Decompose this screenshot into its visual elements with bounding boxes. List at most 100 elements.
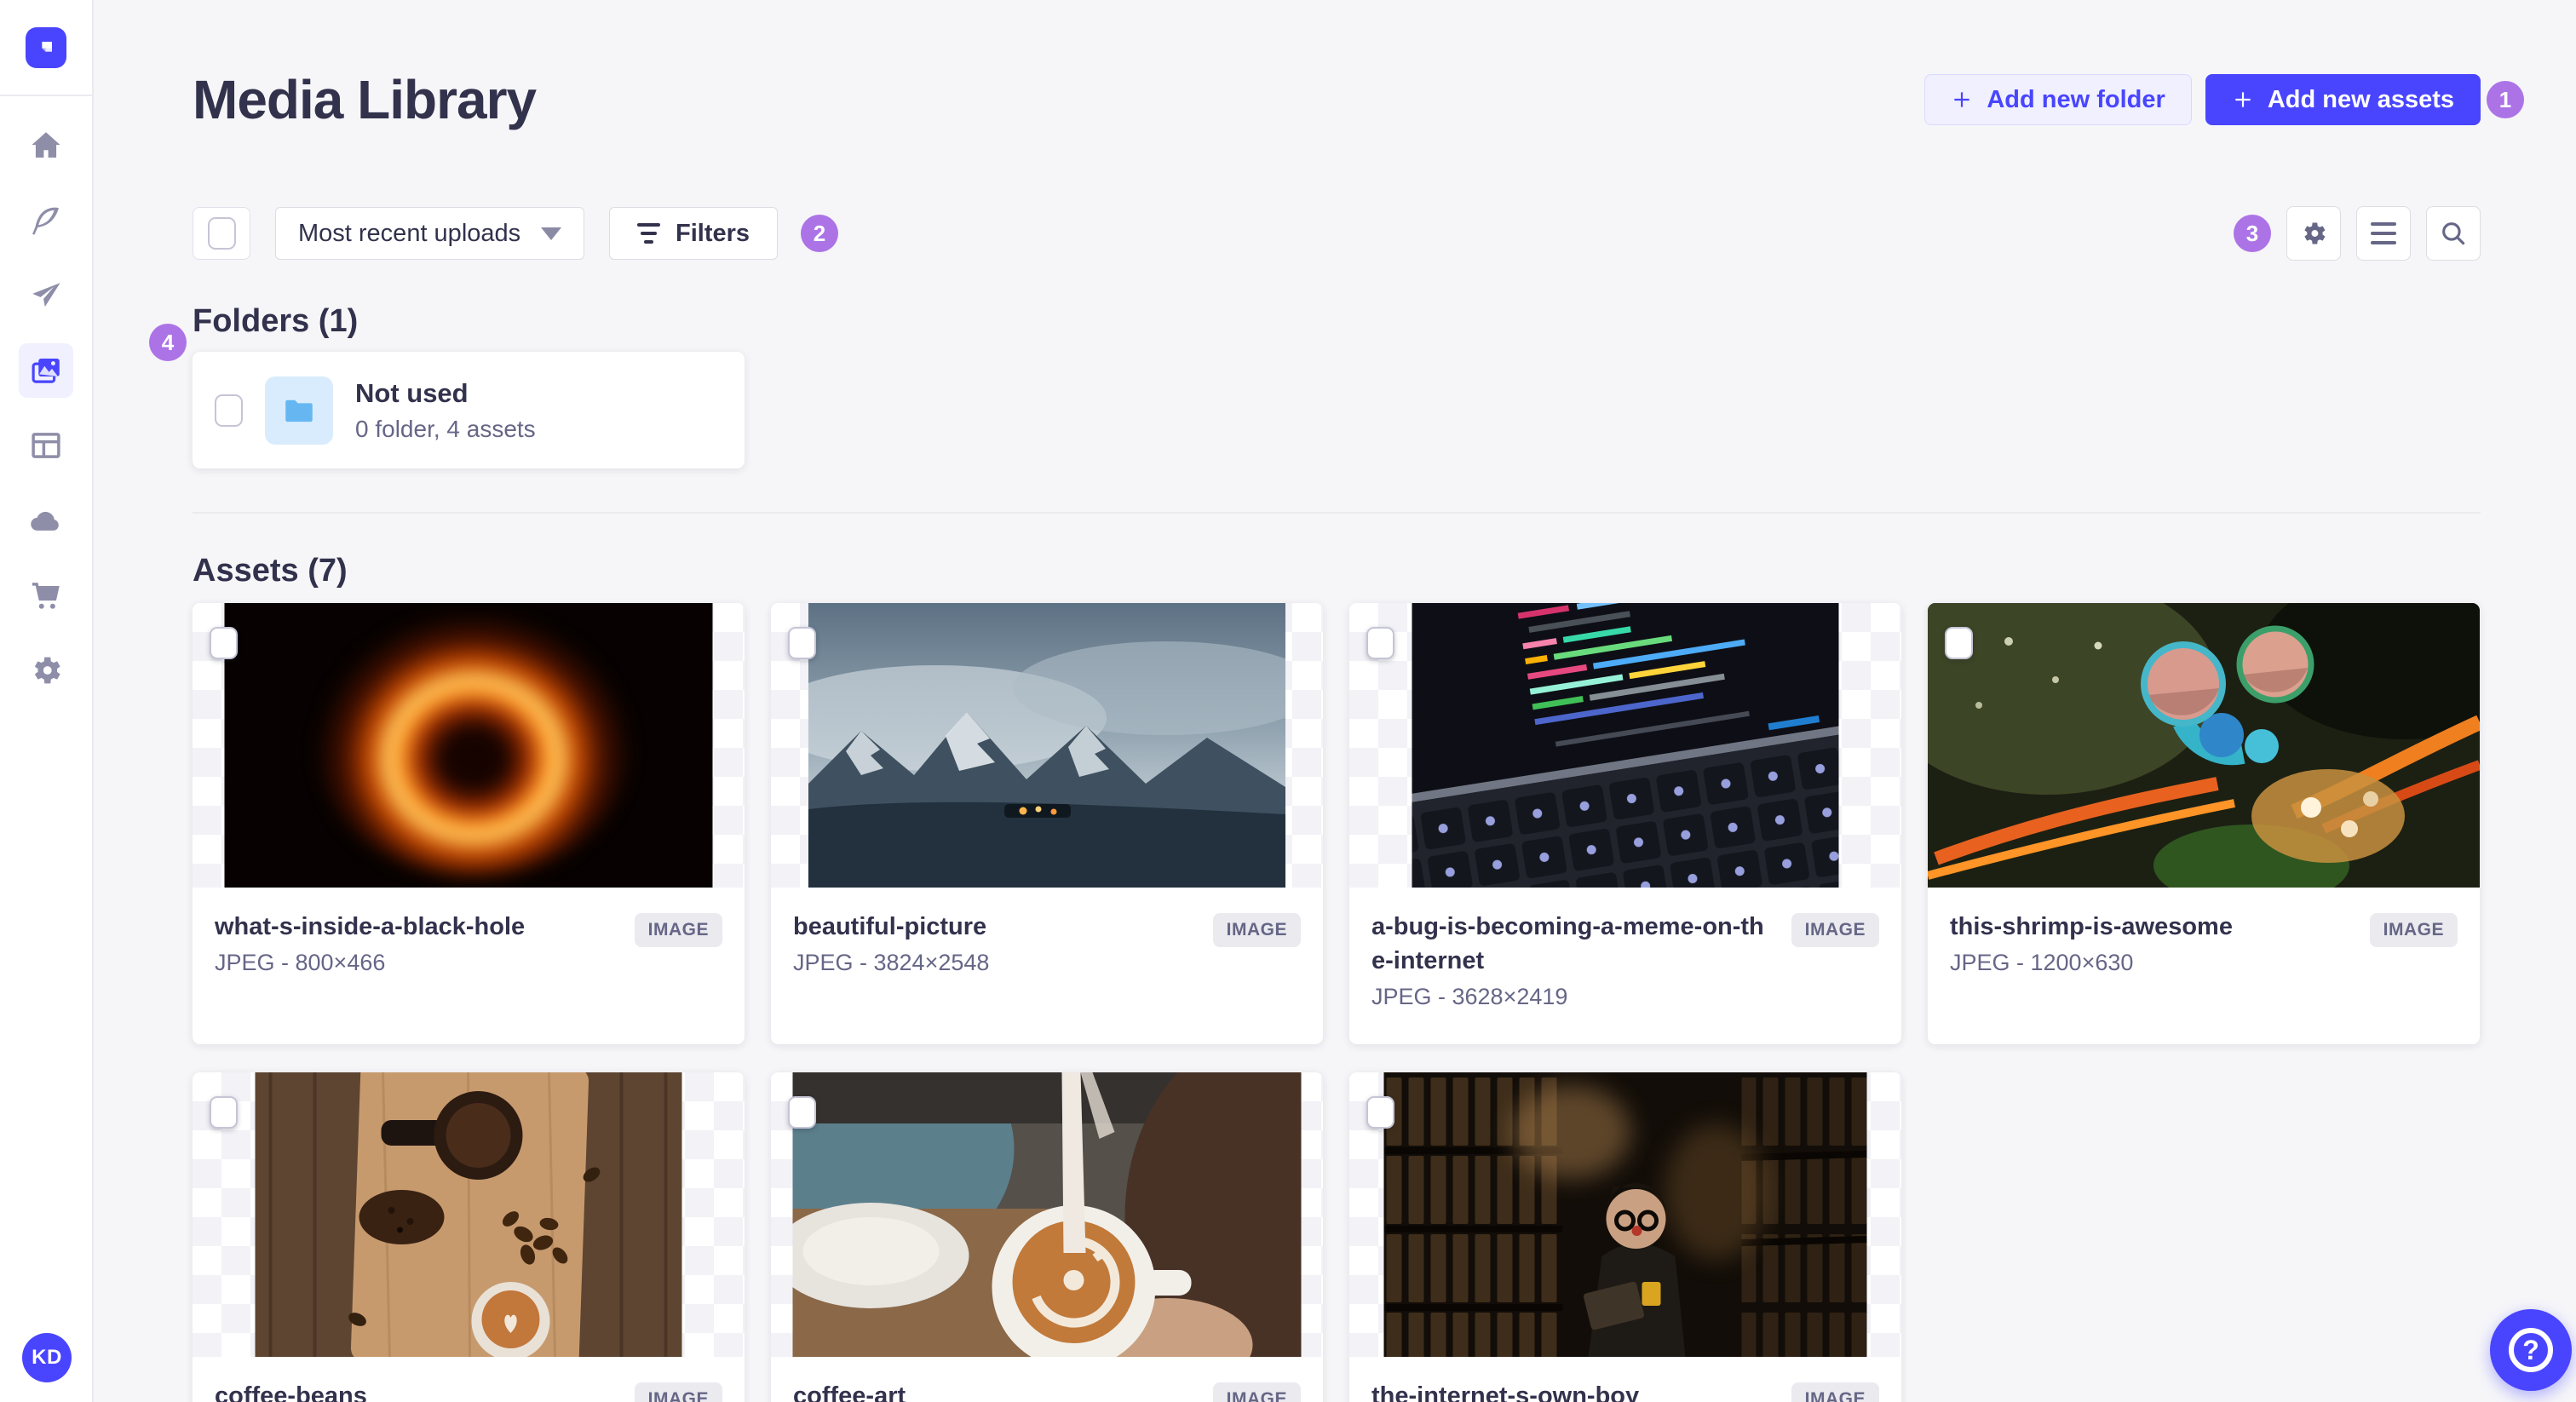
library-art bbox=[1383, 1072, 1867, 1357]
asset-checkbox[interactable] bbox=[788, 627, 816, 659]
filters-button[interactable]: Filters bbox=[609, 207, 779, 260]
page-header: Media Library Add new folder Add new ass… bbox=[193, 0, 2524, 131]
chevron-down-icon bbox=[541, 227, 561, 240]
asset-image-code bbox=[1412, 603, 1839, 888]
art-layer bbox=[317, 614, 630, 876]
cog-icon bbox=[2304, 222, 2326, 244]
asset-image-coffee-art bbox=[792, 1072, 1302, 1357]
sidebar-item-settings[interactable] bbox=[19, 643, 73, 698]
select-all-checkbox[interactable] bbox=[207, 217, 236, 250]
asset-card-blackhole[interactable]: what-s-inside-a-black-hole JPEG - 800×46… bbox=[193, 603, 745, 1044]
gear-icon bbox=[34, 657, 60, 684]
sidebar-item-deploy[interactable] bbox=[19, 493, 73, 548]
sort-dropdown[interactable]: Most recent uploads bbox=[275, 207, 584, 260]
help-button[interactable]: ? bbox=[2490, 1309, 2572, 1391]
add-new-assets-label: Add new assets bbox=[2267, 85, 2454, 113]
view-options: 3 bbox=[2234, 206, 2481, 261]
layout-icon bbox=[32, 433, 60, 458]
asset-title: a-bug-is-becoming-a-meme-on-the-internet bbox=[1371, 913, 1764, 974]
asset-checkbox[interactable] bbox=[1945, 627, 1973, 659]
asset-type-badge: IMAGE bbox=[1212, 1382, 1301, 1402]
asset-checkbox[interactable] bbox=[1366, 627, 1394, 659]
plus-icon bbox=[2235, 92, 2251, 107]
asset-meta: JPEG - 1200×630 bbox=[1950, 950, 2134, 975]
search-button[interactable] bbox=[2426, 206, 2481, 261]
asset-image-coffee-beans bbox=[255, 1072, 682, 1357]
asset-type-badge: IMAGE bbox=[1791, 913, 1879, 947]
folder-name: Not used bbox=[355, 377, 469, 408]
add-new-folder-button[interactable]: Add new folder bbox=[1924, 74, 2192, 125]
folder-icon-box bbox=[265, 376, 333, 445]
tour-step-badge-4[interactable]: 4 bbox=[149, 324, 187, 361]
sidebar-item-marketplace[interactable] bbox=[19, 568, 73, 623]
asset-card-shrimp[interactable]: this-shrimp-is-awesome JPEG - 1200×630 I… bbox=[1928, 603, 2480, 1044]
toolbar: Most recent uploads Filters 2 3 bbox=[193, 206, 2481, 261]
add-new-folder-label: Add new folder bbox=[1987, 85, 2165, 113]
asset-info: what-s-inside-a-black-hole JPEG - 800×46… bbox=[193, 888, 745, 1010]
asset-type-badge: IMAGE bbox=[1791, 1382, 1879, 1402]
asset-thumbnail bbox=[1349, 603, 1901, 888]
strapi-logo[interactable] bbox=[26, 26, 66, 68]
feather-icon bbox=[32, 207, 59, 235]
asset-title: coffee-beans bbox=[215, 1382, 367, 1402]
question-mark-icon: ? bbox=[2509, 1328, 2553, 1372]
tour-step-badge-3[interactable]: 3 bbox=[2234, 215, 2271, 252]
coffee-art-art bbox=[792, 1072, 1302, 1357]
asset-type-badge: IMAGE bbox=[634, 1382, 722, 1402]
brand-logo-wrap bbox=[0, 0, 92, 96]
asset-title: beautiful-picture bbox=[793, 913, 987, 940]
plus-icon bbox=[1954, 92, 1970, 107]
sidebar: KD bbox=[0, 0, 94, 1402]
asset-text: coffee-art JPEG - 5824×3259 bbox=[793, 1379, 989, 1402]
sidebar-item-content-type-builder[interactable] bbox=[19, 418, 73, 473]
coffee-beans-art bbox=[255, 1072, 682, 1357]
asset-type-badge: IMAGE bbox=[634, 913, 722, 947]
home-icon bbox=[32, 132, 60, 158]
select-all-card[interactable] bbox=[193, 207, 250, 260]
asset-checkbox[interactable] bbox=[210, 627, 238, 659]
asset-card-code[interactable]: a-bug-is-becoming-a-meme-on-the-internet… bbox=[1349, 603, 1901, 1044]
list-view-button[interactable] bbox=[2356, 206, 2411, 261]
asset-checkbox[interactable] bbox=[1366, 1096, 1394, 1129]
asset-title: the-internet-s-own-boy bbox=[1371, 1382, 1640, 1402]
asset-text: the-internet-s-own-boy JPEG - 1200×707 bbox=[1371, 1379, 1639, 1402]
asset-thumbnail bbox=[771, 1072, 1323, 1357]
asset-checkbox[interactable] bbox=[210, 1096, 238, 1129]
folders-section: 4 Folders (1) Not used 0 folder, 4 asset… bbox=[149, 303, 2481, 468]
sidebar-item-content[interactable] bbox=[19, 193, 73, 248]
folder-checkbox[interactable] bbox=[215, 394, 243, 427]
strapi-logo-glyph bbox=[42, 41, 52, 52]
paper-plane-icon bbox=[32, 283, 60, 307]
folder-icon bbox=[285, 399, 313, 422]
asset-image-mountains bbox=[808, 603, 1285, 888]
asset-title: this-shrimp-is-awesome bbox=[1950, 913, 2233, 940]
sidebar-item-releases[interactable] bbox=[19, 268, 73, 323]
sidebar-nav bbox=[0, 118, 92, 698]
tour-step-badge-1[interactable]: 1 bbox=[2487, 81, 2524, 118]
asset-card-coffee-beans[interactable]: coffee-beans JPEG - 5021×3347 IMAGE bbox=[193, 1072, 745, 1402]
search-icon bbox=[2442, 222, 2465, 245]
sidebar-item-media-library[interactable] bbox=[19, 343, 73, 398]
asset-card-library-boy[interactable]: the-internet-s-own-boy JPEG - 1200×707 I… bbox=[1349, 1072, 1901, 1402]
tour-step-badge-2[interactable]: 2 bbox=[801, 215, 839, 252]
asset-info: coffee-beans JPEG - 5021×3347 IMAGE bbox=[193, 1357, 745, 1402]
grid-settings-button[interactable] bbox=[2286, 206, 2341, 261]
asset-card-mountains[interactable]: beautiful-picture JPEG - 3824×2548 IMAGE bbox=[771, 603, 1323, 1044]
header-actions: Add new folder Add new assets 1 bbox=[1924, 74, 2524, 125]
cart-icon bbox=[32, 583, 60, 609]
main-content: Media Library Add new folder Add new ass… bbox=[94, 0, 2576, 1402]
folder-card[interactable]: Not used 0 folder, 4 assets bbox=[193, 352, 745, 468]
user-avatar[interactable]: KD bbox=[22, 1333, 72, 1382]
asset-meta: JPEG - 800×466 bbox=[215, 950, 386, 975]
asset-thumbnail bbox=[193, 603, 745, 888]
add-new-assets-button[interactable]: Add new assets bbox=[2205, 74, 2481, 125]
asset-card-coffee-art[interactable]: coffee-art JPEG - 5824×3259 IMAGE bbox=[771, 1072, 1323, 1402]
sort-value: Most recent uploads bbox=[298, 219, 521, 247]
sidebar-item-home[interactable] bbox=[19, 118, 73, 173]
asset-thumbnail bbox=[1928, 603, 2480, 888]
list-icon bbox=[2371, 222, 2396, 244]
folder-meta: 0 folder, 4 assets bbox=[355, 415, 536, 442]
asset-checkbox[interactable] bbox=[788, 1096, 816, 1129]
asset-thumbnail bbox=[193, 1072, 745, 1357]
media-library-icon bbox=[32, 359, 60, 383]
